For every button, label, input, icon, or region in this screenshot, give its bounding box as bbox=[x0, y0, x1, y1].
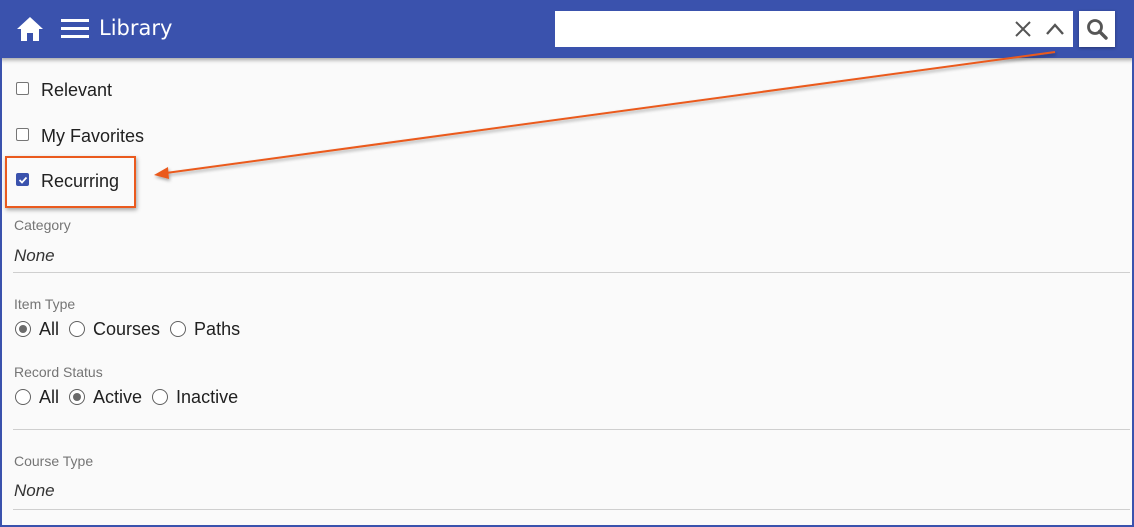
divider bbox=[13, 272, 1130, 273]
radio-item-type-paths[interactable]: Paths bbox=[170, 319, 240, 340]
radio-label: All bbox=[39, 386, 60, 407]
chevron-up-icon[interactable] bbox=[1045, 22, 1065, 36]
checkbox-box[interactable] bbox=[16, 127, 29, 141]
radio-button[interactable] bbox=[69, 321, 86, 337]
home-icon[interactable] bbox=[16, 16, 44, 42]
hamburger-menu-icon[interactable] bbox=[61, 19, 89, 39]
top-app-bar: Library bbox=[0, 0, 1134, 58]
radio-button[interactable] bbox=[69, 389, 86, 405]
radio-label: Active bbox=[93, 386, 143, 407]
record-status-radio-group: All Active Inactive bbox=[15, 385, 248, 409]
checkbox-label: My Favorites bbox=[41, 125, 145, 146]
arrowhead-icon bbox=[154, 167, 169, 179]
search-icon bbox=[1087, 19, 1108, 40]
checkbox-box[interactable] bbox=[16, 81, 29, 95]
radio-label: All bbox=[39, 318, 60, 339]
checkbox-recurring[interactable]: Recurring bbox=[16, 169, 119, 193]
radio-record-status-inactive[interactable]: Inactive bbox=[152, 387, 238, 408]
radio-button[interactable] bbox=[15, 321, 31, 337]
divider bbox=[13, 509, 1130, 510]
annotation-arrow bbox=[154, 51, 1056, 179]
search-input[interactable] bbox=[555, 11, 995, 47]
category-select[interactable]: None bbox=[14, 246, 55, 266]
radio-button[interactable] bbox=[152, 389, 169, 405]
radio-button[interactable] bbox=[170, 321, 187, 337]
item-type-radio-group: All Courses Paths bbox=[15, 317, 250, 341]
radio-item-type-all[interactable]: All bbox=[15, 319, 59, 340]
course-type-select[interactable]: None bbox=[14, 481, 55, 501]
record-status-label: Record Status bbox=[14, 364, 103, 380]
divider bbox=[13, 429, 1130, 430]
radio-label: Courses bbox=[93, 318, 161, 339]
checkmark-icon bbox=[18, 176, 28, 184]
radio-label: Inactive bbox=[176, 386, 239, 407]
course-type-label: Course Type bbox=[14, 453, 94, 469]
close-icon[interactable] bbox=[1014, 20, 1032, 38]
radio-item-type-courses[interactable]: Courses bbox=[69, 319, 160, 340]
checkbox-box[interactable] bbox=[16, 172, 29, 186]
checkbox-relevant[interactable]: Relevant bbox=[16, 78, 112, 102]
category-label: Category bbox=[14, 217, 71, 233]
search-button[interactable] bbox=[1079, 11, 1115, 47]
page-title: Library bbox=[99, 16, 173, 40]
checkbox-label: Relevant bbox=[41, 79, 113, 100]
radio-label: Paths bbox=[194, 318, 241, 339]
radio-record-status-all[interactable]: All bbox=[15, 387, 59, 408]
checkbox-my-favorites[interactable]: My Favorites bbox=[16, 124, 144, 148]
checkbox-label: Recurring bbox=[41, 170, 120, 191]
window-frame bbox=[0, 0, 1134, 527]
item-type-label: Item Type bbox=[14, 296, 76, 312]
search-box bbox=[555, 11, 1073, 47]
radio-button[interactable] bbox=[15, 389, 31, 405]
radio-record-status-active[interactable]: Active bbox=[69, 387, 142, 408]
